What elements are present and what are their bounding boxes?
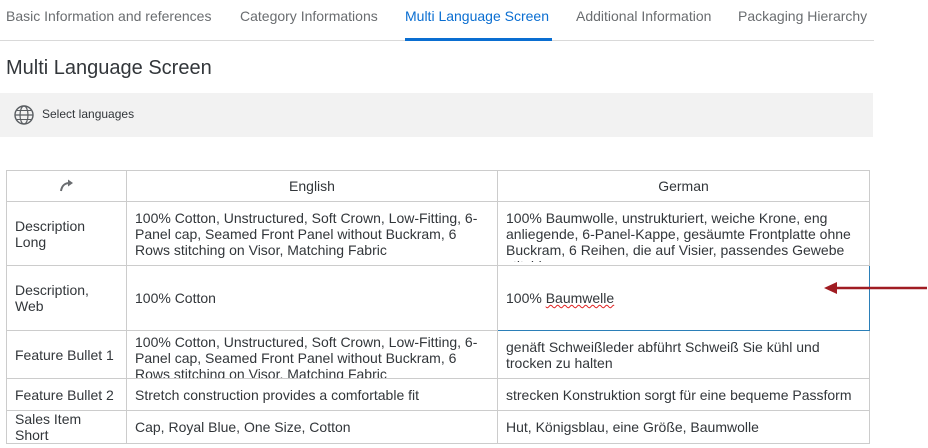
row-label: Description Long — [6, 201, 127, 266]
table-row: Sales Item Short Cap, Royal Blue, One Si… — [6, 410, 870, 444]
english-cell-text: 100% Cotton, Unstructured, Soft Crown, L… — [135, 333, 478, 378]
english-cell: 100% Cotton, Unstructured, Soft Crown, L… — [126, 330, 498, 379]
table-row: Feature Bullet 1 100% Cotton, Unstructur… — [6, 330, 870, 379]
row-label: Description, Web — [6, 265, 127, 331]
row-label: Sales Item Short — [6, 410, 127, 444]
german-cell[interactable]: genäft Schweißleder abführt Schweiß Sie … — [497, 330, 870, 379]
column-header-english: English — [126, 170, 498, 202]
column-header-german: German — [497, 170, 870, 202]
tab-basic-information[interactable]: Basic Information and references — [6, 8, 211, 24]
english-cell: Cap, Royal Blue, One Size, Cotton — [126, 410, 498, 444]
german-cell-text: 100% Baumwolle, unstrukturiert, weiche K… — [506, 209, 851, 262]
annotation-arrow-icon — [824, 282, 927, 294]
table-row: Description Long 100% Cotton, Unstructur… — [6, 201, 870, 266]
table-row: Feature Bullet 2 Stretch construction pr… — [6, 378, 870, 411]
tab-category-informations[interactable]: Category Informations — [240, 8, 378, 24]
tab-multi-language-screen[interactable]: Multi Language Screen — [405, 8, 549, 24]
english-cell: Stretch construction provides a comforta… — [126, 378, 498, 411]
table-header-row: English German — [6, 170, 870, 202]
globe-icon — [14, 105, 34, 125]
translation-table: English German Description Long 100% Cot… — [6, 170, 870, 444]
select-languages-label: Select languages — [42, 107, 135, 121]
misspelled-word: Baumwelle — [545, 290, 615, 306]
german-cell[interactable]: 100% Baumwolle, unstrukturiert, weiche K… — [497, 201, 870, 266]
active-tab-indicator — [405, 38, 552, 41]
swap-column-header[interactable] — [6, 170, 127, 202]
german-text-prefix: 100% — [506, 290, 546, 306]
english-cell: 100% Cotton, Unstructured, Soft Crown, L… — [126, 201, 498, 266]
german-cell[interactable]: Hut, Königsblau, eine Größe, Baumwolle — [497, 410, 870, 444]
german-cell-editing[interactable]: 100% Baumwelle — [497, 265, 870, 331]
sort-swap-icon[interactable] — [59, 178, 75, 192]
german-cell[interactable]: strecken Konstruktion sorgt für eine beq… — [497, 378, 870, 411]
tab-packaging-hierarchy[interactable]: Packaging Hierarchy — [738, 8, 867, 24]
select-languages-bar[interactable]: Select languages — [0, 93, 873, 137]
row-label: Feature Bullet 1 — [6, 330, 127, 379]
english-cell: 100% Cotton — [126, 265, 498, 331]
tab-bar: Basic Information and references Categor… — [0, 0, 874, 41]
row-label: Feature Bullet 2 — [6, 378, 127, 411]
tab-additional-information[interactable]: Additional Information — [576, 8, 711, 24]
page-title: Multi Language Screen — [6, 57, 212, 79]
table-row: Description, Web 100% Cotton 100% Baumwe… — [6, 265, 870, 331]
